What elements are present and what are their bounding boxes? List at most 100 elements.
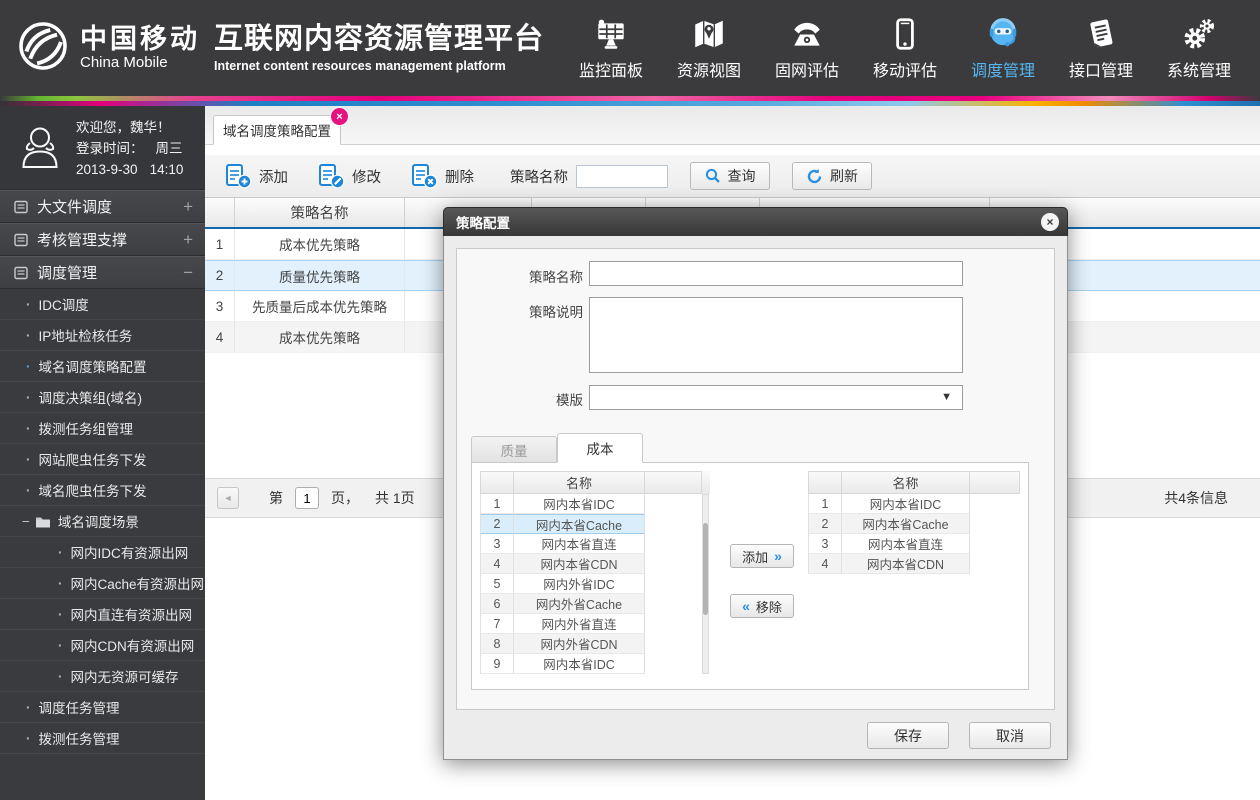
dialog-form-panel: 策略名称 策略说明 模版 ▼ 质量 成本 名称 1网内本省IDC	[456, 248, 1055, 710]
tab-close-icon[interactable]: ×	[331, 108, 348, 125]
bullet-icon: ·	[26, 483, 31, 498]
sidebar-item-decision-group[interactable]: ·调度决策组(域名)	[0, 382, 205, 413]
doc-icon	[14, 200, 28, 214]
bullet-icon: ·	[26, 297, 31, 312]
nav-item-interface[interactable]: 接口管理	[1052, 10, 1150, 81]
page-total: 共 1页	[375, 488, 415, 508]
page-suffix: 页，	[331, 488, 359, 508]
mobile-icon	[887, 10, 923, 52]
close-icon[interactable]: ×	[1041, 213, 1059, 231]
sidebar-item-dispatch-task[interactable]: ·调度任务管理	[0, 692, 205, 723]
template-select[interactable]: ▼	[589, 385, 963, 410]
list-item[interactable]: 3网内本省直连	[808, 534, 1020, 554]
sidebar-group-big-file[interactable]: 大文件调度 +	[0, 190, 205, 223]
list-item-selected[interactable]: 2网内本省Cache	[480, 514, 710, 534]
search-button[interactable]: 查询	[690, 162, 770, 190]
scrollbar[interactable]	[702, 494, 709, 674]
add-to-selected-button[interactable]: 添加 »	[730, 544, 794, 568]
brand-name-en: China Mobile	[80, 55, 200, 71]
collapse-icon[interactable]: −	[22, 514, 30, 529]
scrollbar-thumb[interactable]	[703, 523, 708, 615]
login-time-label: 登录时间：	[76, 138, 144, 159]
bullet-icon: ·	[26, 731, 31, 746]
sidebar-item-domain-crawler[interactable]: ·域名爬虫任务下发	[0, 475, 205, 506]
list-item[interactable]: 1网内本省IDC	[480, 494, 710, 514]
tab-domain-policy[interactable]: 域名调度策略配置 ×	[213, 115, 341, 145]
record-count: 共4条信息	[1164, 488, 1228, 508]
dialog-header[interactable]: 策略配置 ×	[443, 207, 1068, 236]
refresh-button[interactable]: 刷新	[792, 162, 872, 190]
tab-cost[interactable]: 成本	[557, 433, 643, 463]
sidebar-group-domain-scene[interactable]: − 域名调度场景	[0, 506, 205, 537]
bullet-icon: ·	[58, 545, 63, 560]
bullet-icon: ·	[58, 638, 63, 653]
sidebar-group-dispatch[interactable]: 调度管理 −	[0, 256, 205, 289]
tab-quality[interactable]: 质量	[471, 436, 557, 463]
toolbar: 添加 修改	[205, 155, 1260, 198]
list-item[interactable]: 2网内本省Cache	[808, 514, 1020, 534]
dashboard-icon	[593, 10, 629, 52]
page-prefix: 第	[269, 488, 283, 508]
policy-name-filter-input[interactable]	[576, 165, 668, 188]
sidebar-item-domain-policy[interactable]: ·域名调度策略配置	[0, 351, 205, 382]
page-number-input[interactable]	[295, 487, 319, 509]
bullet-icon: ·	[26, 328, 31, 343]
list-item[interactable]: 9网内本省IDC	[480, 654, 710, 674]
prev-page-button[interactable]: ◄	[217, 487, 239, 509]
headset-icon	[985, 10, 1021, 52]
sidebar-group-assessment[interactable]: 考核管理支撑 +	[0, 223, 205, 256]
list-item[interactable]: 6网内外省Cache	[480, 594, 710, 614]
selected-list-header: 名称	[842, 471, 970, 494]
cancel-button[interactable]: 取消	[969, 722, 1051, 749]
doc-icon	[14, 266, 28, 280]
nav-item-dispatch[interactable]: 调度管理	[954, 10, 1052, 81]
sidebar-item-scene-nocache[interactable]: ·网内无资源可缓存	[0, 661, 205, 692]
nav-item-mobile-eval[interactable]: 移动评估	[856, 10, 954, 81]
collapse-icon[interactable]: −	[183, 263, 193, 283]
policy-name-input[interactable]	[589, 261, 963, 286]
bullet-icon: ·	[26, 421, 31, 436]
login-date: 2013-9-30	[76, 159, 138, 180]
expand-icon[interactable]: +	[183, 230, 193, 250]
sidebar-item-scene-direct[interactable]: ·网内直连有资源出网	[0, 599, 205, 630]
save-button[interactable]: 保存	[867, 722, 949, 749]
sidebar-item-scene-idc[interactable]: ·网内IDC有资源出网	[0, 537, 205, 568]
sidebar-item-dialtest-task[interactable]: ·拨测任务管理	[0, 723, 205, 754]
nav-item-fixed-network[interactable]: 固网评估	[758, 10, 856, 81]
list-item[interactable]: 4网内本省CDN	[480, 554, 710, 574]
nav-item-resource-view[interactable]: 资源视图	[660, 10, 758, 81]
modify-button[interactable]: 修改	[318, 163, 381, 189]
list-item[interactable]: 8网内外省CDN	[480, 634, 710, 654]
list-item[interactable]: 5网内外省IDC	[480, 574, 710, 594]
nav-item-system[interactable]: 系统管理	[1150, 10, 1248, 81]
list-item[interactable]: 7网内外省直连	[480, 614, 710, 634]
delete-button[interactable]: 删除	[411, 163, 474, 189]
bullet-icon: ·	[58, 607, 63, 622]
sidebar-item-idc-dispatch[interactable]: ·IDC调度	[0, 289, 205, 320]
delete-doc-icon	[411, 163, 438, 189]
brand-ribbon	[0, 96, 1260, 106]
sidebar-item-dialtest-group[interactable]: ·拨测任务组管理	[0, 413, 205, 444]
remove-from-selected-button[interactable]: « 移除	[730, 594, 794, 618]
sidebar-item-scene-cdn[interactable]: ·网内CDN有资源出网	[0, 630, 205, 661]
sidebar-item-ip-check[interactable]: ·IP地址检核任务	[0, 320, 205, 351]
list-item[interactable]: 4网内本省CDN	[808, 554, 1020, 574]
list-item[interactable]: 3网内本省直连	[480, 534, 710, 554]
available-list-header: 名称	[514, 471, 645, 494]
policy-desc-textarea[interactable]	[589, 297, 963, 373]
platform-subtitle: Internet content resources management pl…	[214, 59, 544, 73]
sidebar-item-site-crawler[interactable]: ·网站爬虫任务下发	[0, 444, 205, 475]
list-item[interactable]: 1网内本省IDC	[808, 494, 1020, 514]
tab-bar: 域名调度策略配置 ×	[205, 106, 1260, 145]
add-button[interactable]: 添加	[225, 163, 288, 189]
transfer-panel: 名称 1网内本省IDC 2网内本省Cache 3网内本省直连 4网内本省CDN …	[471, 462, 1029, 690]
bullet-icon: ·	[58, 576, 63, 591]
policy-name-label: 策略名称	[457, 266, 583, 286]
prev-arrow-icon: ◄	[224, 493, 233, 503]
expand-icon[interactable]: +	[183, 197, 193, 217]
policy-config-dialog: 策略配置 × 策略名称 策略说明 模版 ▼ 质量 成本 名称	[443, 207, 1068, 760]
dialog-title: 策略配置	[456, 212, 510, 232]
nav-item-monitor[interactable]: 监控面板	[562, 10, 660, 81]
sidebar-item-scene-cache[interactable]: ·网内Cache有资源出网	[0, 568, 205, 599]
bullet-icon: ·	[26, 452, 31, 467]
